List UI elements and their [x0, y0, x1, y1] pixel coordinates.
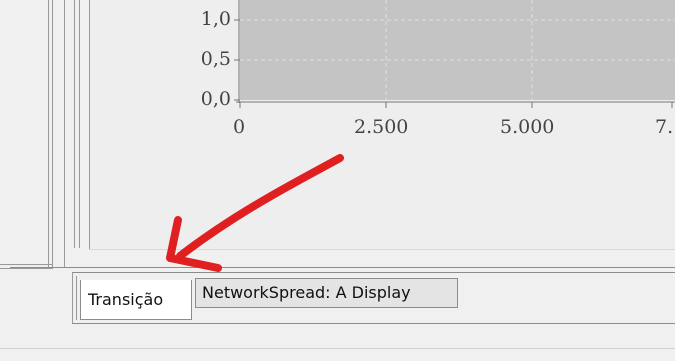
tab-label: NetworkSpread: A Display — [202, 283, 411, 302]
tab-transicao[interactable]: Transição — [80, 280, 192, 320]
tab-bar: NetworkSpread: A Display Transição — [76, 276, 675, 322]
arrow-shaft — [176, 154, 344, 260]
tab-label: Transição — [88, 290, 164, 309]
tab-networkspread-display[interactable]: NetworkSpread: A Display — [195, 278, 458, 308]
